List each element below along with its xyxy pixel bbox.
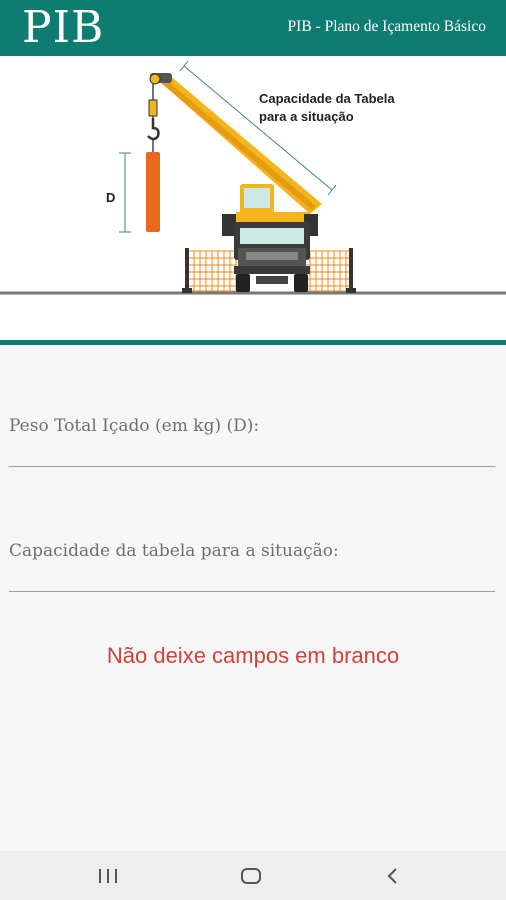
load-block	[146, 152, 160, 232]
home-button[interactable]	[231, 861, 271, 891]
capacidade-label: Capacidade da tabela para a situação:	[9, 541, 339, 561]
back-button[interactable]	[373, 861, 413, 891]
weight-label: D	[106, 190, 115, 205]
recent-apps-icon	[99, 869, 117, 883]
capacity-label-line2: para a situação	[259, 109, 354, 124]
back-icon	[387, 868, 397, 884]
peso-total-label: Peso Total Içado (em kg) (D):	[9, 416, 260, 436]
capacity-label-line1: Capacidade da Tabela	[259, 91, 395, 106]
hook-icon	[147, 118, 160, 141]
crane-illustration: D Capacidade da Tabela para a situação	[0, 56, 506, 340]
app-title: PIB - Plano de Içamento Básico	[287, 18, 486, 35]
home-icon	[241, 868, 261, 884]
peso-total-underline	[9, 466, 495, 467]
crane-drawing: D Capacidade da Tabela para a situação	[0, 60, 506, 295]
system-navigation-bar	[0, 851, 506, 900]
app-bar: PIB PIB - Plano de Içamento Básico	[0, 0, 506, 56]
capacidade-underline	[9, 591, 495, 592]
recent-apps-button[interactable]	[88, 861, 128, 891]
section-divider	[0, 340, 506, 345]
hook-block	[148, 99, 158, 117]
capacidade-input[interactable]	[9, 567, 495, 589]
app-logo: PIB	[22, 2, 105, 53]
peso-total-input[interactable]	[9, 442, 495, 464]
validation-error-message: Não deixe campos em branco	[106, 643, 400, 668]
